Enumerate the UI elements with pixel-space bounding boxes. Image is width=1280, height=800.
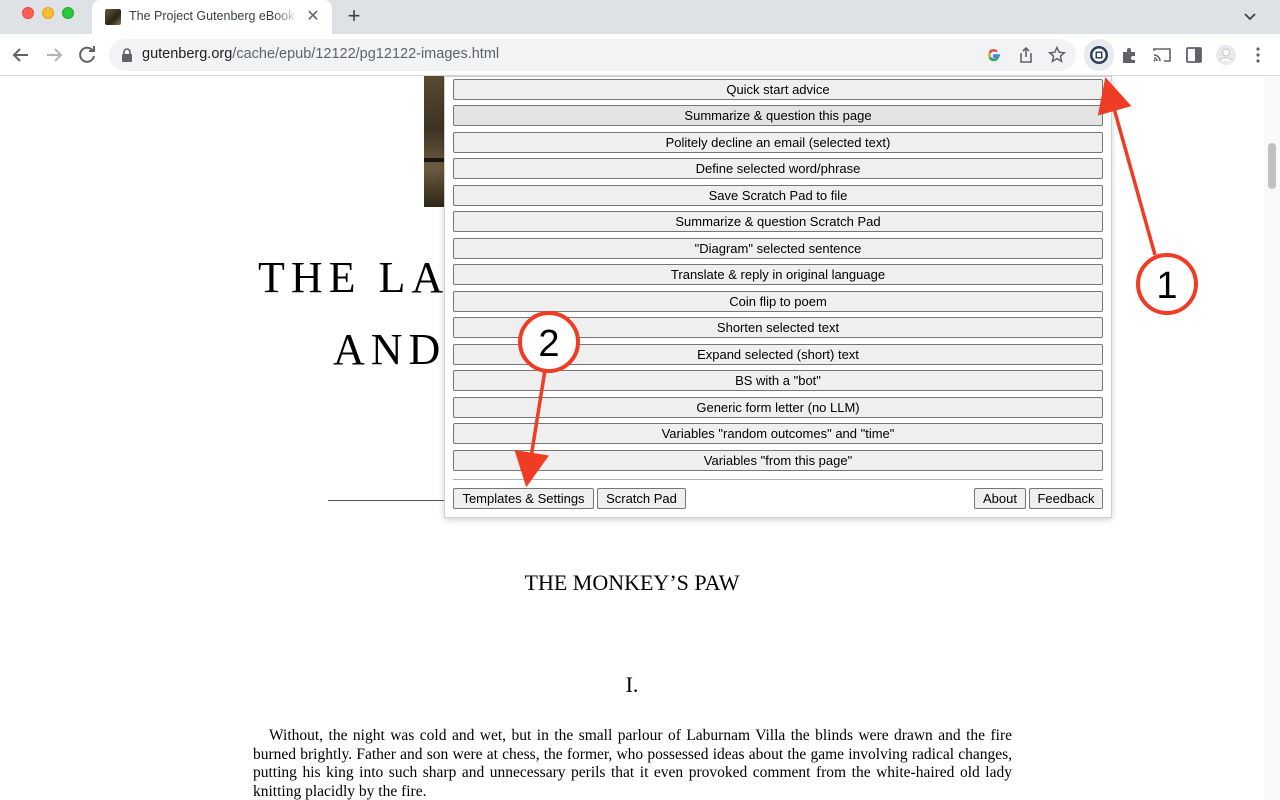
menu-item-define-word[interactable]: Define selected word/phrase: [453, 158, 1103, 179]
menu-item-expand-text[interactable]: Expand selected (short) text: [453, 344, 1103, 365]
book-title-line-2: AND: [333, 325, 447, 374]
page-scrollbar[interactable]: [1264, 76, 1280, 800]
browser-toolbar: gutenberg.org/cache/epub/12122/pg12122-i…: [0, 34, 1280, 76]
share-icon[interactable]: [1016, 45, 1036, 65]
templates-settings-button[interactable]: Templates & Settings: [453, 488, 594, 509]
gutenberg-favicon-icon: [105, 9, 121, 25]
feedback-button[interactable]: Feedback: [1029, 488, 1103, 509]
menu-item-quick-start[interactable]: Quick start advice: [453, 79, 1103, 100]
book-title-line-1: THE LA: [258, 253, 450, 302]
menu-item-summarize-page[interactable]: Summarize & question this page: [453, 105, 1103, 126]
more-menu-icon[interactable]: [1247, 44, 1269, 66]
menu-item-save-scratch-pad[interactable]: Save Scratch Pad to file: [453, 185, 1103, 206]
menu-item-shorten-text[interactable]: Shorten selected text: [453, 317, 1103, 338]
window-minimize-button[interactable]: [42, 7, 54, 19]
window-close-button[interactable]: [22, 7, 34, 19]
side-panel-icon[interactable]: [1183, 44, 1205, 66]
menu-item-decline-email[interactable]: Politely decline an email (selected text…: [453, 132, 1103, 153]
bookmark-star-icon[interactable]: [1047, 45, 1067, 65]
menu-item-form-letter[interactable]: Generic form letter (no LLM): [453, 397, 1103, 418]
tab-bar: The Project Gutenberg eBook of ✕ +: [0, 0, 1280, 34]
story-title: THE MONKEY’S PAW: [524, 570, 740, 595]
chevron-down-icon[interactable]: [1242, 8, 1258, 24]
extension-popup: Quick start advice Summarize & question …: [444, 76, 1112, 518]
profile-avatar-icon[interactable]: [1215, 44, 1237, 66]
about-button[interactable]: About: [974, 488, 1026, 509]
scrollbar-thumb[interactable]: [1268, 143, 1276, 189]
menu-item-random-outcomes[interactable]: Variables "random outcomes" and "time": [453, 423, 1103, 444]
menu-item-summarize-scratch[interactable]: Summarize & question Scratch Pad: [453, 211, 1103, 232]
menu-item-diagram-sentence[interactable]: "Diagram" selected sentence: [453, 238, 1103, 259]
book-cover-image: [424, 76, 446, 207]
cast-icon[interactable]: [1151, 44, 1173, 66]
menu-item-bs-bot[interactable]: BS with a "bot": [453, 370, 1103, 391]
active-tab[interactable]: The Project Gutenberg eBook of ✕: [92, 0, 332, 34]
back-arrow-icon[interactable]: [9, 43, 33, 67]
body-paragraph: Without, the night was cold and wet, but…: [253, 727, 1012, 800]
tab-close-icon[interactable]: ✕: [304, 8, 322, 26]
menu-item-translate-reply[interactable]: Translate & reply in original language: [453, 264, 1103, 285]
menu-item-from-this-page[interactable]: Variables "from this page": [453, 450, 1103, 471]
new-tab-button[interactable]: +: [343, 5, 365, 28]
google-icon[interactable]: [984, 45, 1004, 65]
tab-title: The Project Gutenberg eBook of: [129, 9, 299, 23]
extension-logo-icon: [1090, 46, 1108, 64]
lock-icon: [122, 48, 132, 62]
extension-button-active[interactable]: [1084, 39, 1114, 71]
popup-divider: [453, 479, 1103, 480]
forward-arrow-icon[interactable]: [42, 43, 66, 67]
chapter-heading: I.: [625, 672, 639, 697]
window-maximize-button[interactable]: [62, 7, 74, 19]
address-bar[interactable]: gutenberg.org/cache/epub/12122/pg12122-i…: [109, 39, 1076, 71]
url-text: gutenberg.org/cache/epub/12122/pg12122-i…: [142, 46, 500, 62]
divider-rule: [328, 500, 458, 501]
puzzle-extensions-icon[interactable]: [1119, 44, 1141, 66]
menu-item-coin-flip-poem[interactable]: Coin flip to poem: [453, 291, 1103, 312]
reload-icon[interactable]: [75, 43, 99, 67]
scratch-pad-button[interactable]: Scratch Pad: [597, 488, 686, 509]
